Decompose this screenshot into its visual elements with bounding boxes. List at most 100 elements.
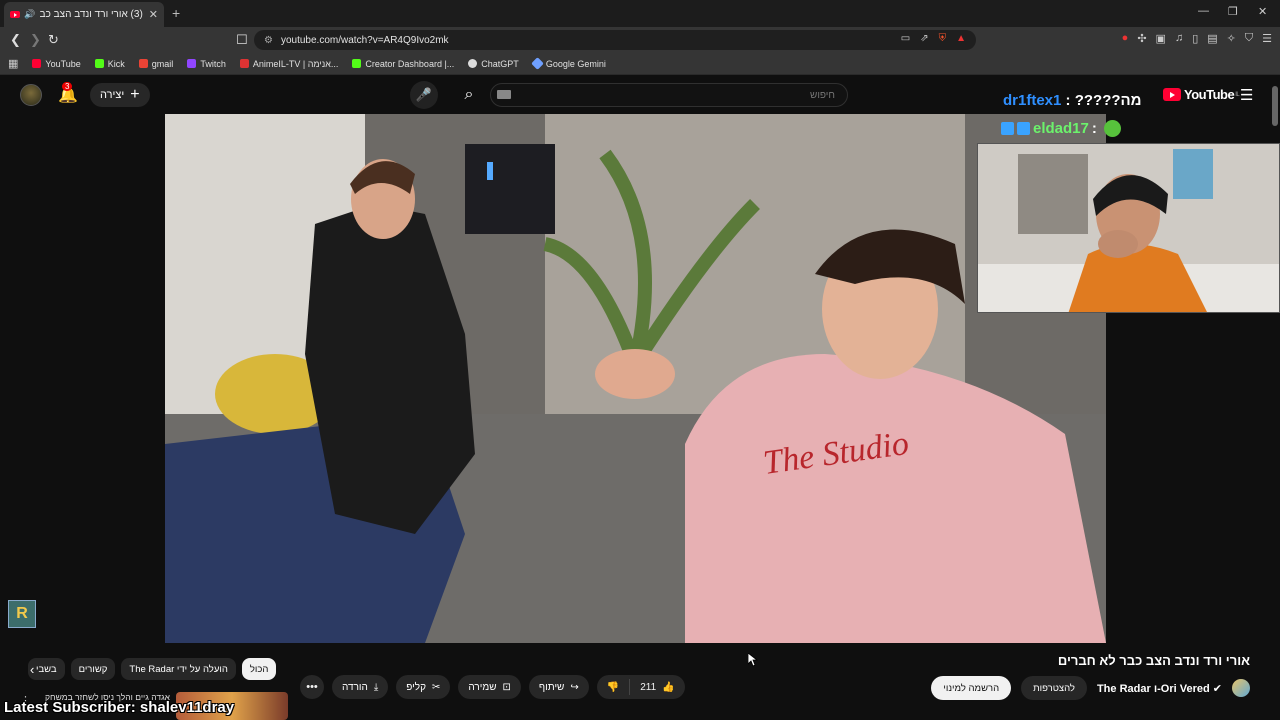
video-player[interactable]: The Studio (165, 114, 1106, 643)
bookmark-gmail[interactable]: gmail (138, 59, 173, 69)
dislike-button[interactable]: 👎 (597, 675, 629, 699)
close-window-button[interactable]: ✕ (1258, 5, 1267, 18)
chat-username-2: eldad17 (1033, 120, 1089, 137)
browser-tab-active[interactable]: 🔊 (3) אורי ורד ונדב הצב כבר לא ✕ (4, 2, 164, 27)
bookmark-animeil[interactable]: AnimeIL-TV | אנימה... (239, 59, 338, 69)
clip-label: קליפ (406, 681, 426, 693)
subscribe-button[interactable]: הרשמה למינוי (931, 676, 1012, 700)
screenshot-icon[interactable]: ▣ (1156, 32, 1166, 45)
extensions-icon[interactable]: ✣ (1137, 32, 1146, 45)
like-dislike-group: 👎 211 👍 (596, 675, 685, 699)
video-title: אורי ורד ונדב הצב כבר לא חברים (1057, 653, 1250, 668)
bookmark-gemini[interactable]: Google Gemini (530, 57, 606, 70)
chip-all[interactable]: הכול (241, 658, 277, 680)
video-frame: The Studio (165, 114, 1106, 643)
video-actions: ••• הורדה ⤓ קליפ ✂ שמירה ⊡ שיתוף ↪ 👎 211 👍 (300, 675, 685, 699)
notifications-bell-icon[interactable]: 🔔 3 (58, 82, 78, 105)
rewards-icon[interactable]: ▲ (956, 33, 966, 44)
bookmark-kick[interactable]: Kick (94, 59, 125, 69)
maximize-button[interactable]: ❐ (1228, 5, 1238, 18)
chatgpt-bookmark-icon (468, 59, 478, 68)
bookmark-star-icon[interactable]: ☐ (236, 32, 248, 48)
save-button[interactable]: שמירה ⊡ (458, 675, 521, 699)
reload-icon[interactable]: ↻ (48, 32, 59, 48)
kick-creator-bookmark-icon (352, 59, 362, 68)
stream-channel-logo: R (8, 600, 36, 628)
chat-emote-icon (1103, 120, 1121, 137)
bookmark-creator-dashboard[interactable]: Creator Dashboard |... (352, 59, 454, 69)
more-actions-icon[interactable]: ••• (300, 675, 324, 699)
bookmark-twitch[interactable]: Twitch (187, 59, 226, 69)
join-button[interactable]: להצטרפות (1021, 676, 1087, 700)
gemini-bookmark-icon (530, 57, 544, 70)
share-button[interactable]: שיתוף ↪ (528, 675, 589, 699)
back-icon[interactable]: ❮ (10, 32, 21, 48)
wallet-icon[interactable]: ▤ (1207, 32, 1217, 45)
media-icon[interactable]: ♫ (1175, 32, 1183, 45)
minimize-button[interactable]: — (1198, 5, 1209, 17)
create-label: יצירה (100, 89, 125, 101)
like-button[interactable]: 211 👍 (630, 675, 684, 699)
mouse-cursor-icon (748, 653, 758, 667)
bookmark-youtube[interactable]: YouTube (32, 59, 81, 69)
account-avatar[interactable] (20, 84, 42, 106)
plus-icon: + (130, 86, 140, 103)
youtube-bookmark-icon (32, 59, 42, 68)
forward-icon[interactable]: ❯ (30, 32, 41, 48)
address-bar-row: ❮ ❯ ↻ ☐ ⚙ youtube.com/watch?v=AR4Q9Ivo2m… (0, 27, 1280, 53)
youtube-play-icon (1163, 88, 1181, 101)
chip-uploaded-by[interactable]: הועלה על ידי The Radar (121, 658, 236, 680)
bookmark-chatgpt[interactable]: ChatGPT (468, 59, 519, 69)
save-playlist-icon: ⊡ (502, 681, 511, 693)
download-icon: ⤓ (373, 681, 379, 693)
tab-close-icon[interactable]: ✕ (149, 8, 158, 21)
new-tab-button[interactable]: + (172, 5, 180, 21)
clip-button[interactable]: קליפ ✂ (396, 675, 451, 699)
create-button[interactable]: יצירה + (90, 83, 150, 107)
search-input[interactable] (503, 89, 835, 101)
twitch-bookmark-icon (187, 59, 197, 68)
webcam-frame (978, 144, 1279, 312)
download-label: הורדה (342, 681, 368, 693)
latest-subscriber-overlay: Latest Subscriber: shalev11dray (4, 699, 235, 716)
search-box[interactable] (490, 83, 848, 107)
site-info-icon[interactable]: ⚙ (264, 35, 273, 46)
chat-message-text: ?????מה (1074, 92, 1142, 109)
chat-badge-icon (1001, 122, 1014, 135)
page-scrollbar[interactable] (1272, 86, 1278, 126)
vpn-icon[interactable]: ⛉ (1245, 32, 1253, 45)
voice-search-mic-icon[interactable]: 🎤 (410, 81, 438, 109)
leo-ai-icon[interactable]: ✧ (1227, 32, 1236, 45)
bookmarks-bar: ▦ YouTube Kick gmail Twitch AnimeIL-TV |… (0, 53, 1280, 75)
menu-icon[interactable]: ☰ (1262, 32, 1272, 45)
kick-bookmark-icon (94, 59, 104, 68)
tab-title: (3) אורי ורד ונדב הצב כבר לא (39, 9, 143, 20)
url-omnibox[interactable]: ⚙ youtube.com/watch?v=AR4Q9Ivo2mk ▭ ⇗ ⛨ … (254, 30, 976, 50)
guide-menu-icon[interactable]: ☰ (1240, 86, 1253, 104)
apps-grid-icon[interactable]: ▦ (8, 57, 18, 70)
related-filter-chips: הכול הועלה על ידי The Radar קשורים בשבי (28, 658, 277, 682)
share-page-icon[interactable]: ⇗ (920, 33, 928, 44)
gmail-bookmark-icon (138, 59, 148, 68)
cast-icon[interactable]: ▭ (901, 33, 910, 44)
download-button[interactable]: הורדה ⤓ (332, 675, 389, 699)
channel-name[interactable]: The Radar ו-Ori Vered ✔ (1097, 682, 1222, 695)
thumbs-down-icon: 👎 (606, 681, 620, 693)
youtube-logo[interactable]: YouTube IL (1163, 87, 1240, 102)
speaker-icon[interactable]: 🔊 (24, 9, 35, 20)
share-icon: ↪ (570, 681, 579, 693)
animeil-bookmark-icon (239, 59, 249, 68)
chips-scroll-left-icon[interactable]: ‹ (30, 662, 34, 677)
record-extension-icon[interactable]: ● (1122, 32, 1129, 45)
channel-avatar[interactable] (1232, 679, 1250, 697)
sidebar-icon[interactable]: ▯ (1192, 32, 1198, 45)
youtube-logo-text: YouTube (1184, 87, 1235, 102)
like-count: 211 (640, 681, 657, 693)
search-icon[interactable]: ⌕ (452, 82, 486, 108)
brave-shield-icon[interactable]: ⛨ (939, 33, 947, 44)
keyboard-icon[interactable] (497, 90, 511, 99)
chat-badge-icon (1017, 122, 1030, 135)
overlay-chat-message-2: eldad17 : (1001, 120, 1121, 137)
chip-related[interactable]: קשורים (70, 658, 116, 680)
thumbs-up-icon: 👍 (662, 681, 675, 693)
